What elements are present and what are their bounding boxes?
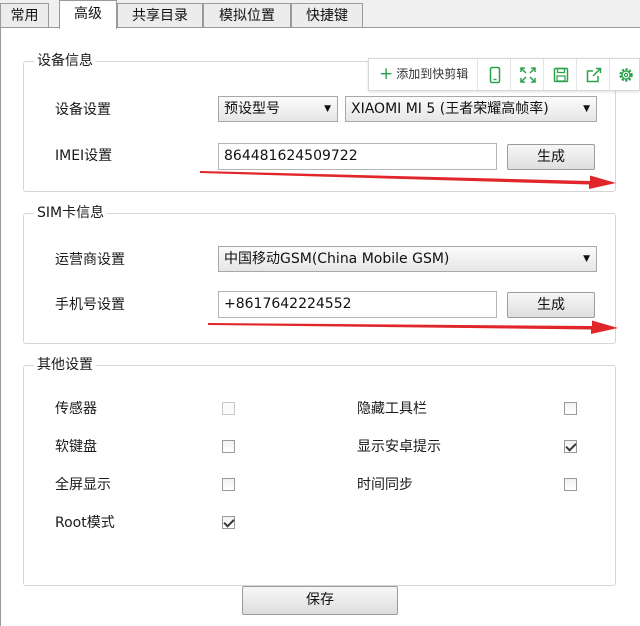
annotation-arrow-phone — [208, 320, 618, 334]
annotation-arrow-imei — [200, 171, 616, 189]
tab-advanced[interactable]: 高级 — [59, 0, 117, 29]
annotation-overlay — [200, 171, 618, 334]
